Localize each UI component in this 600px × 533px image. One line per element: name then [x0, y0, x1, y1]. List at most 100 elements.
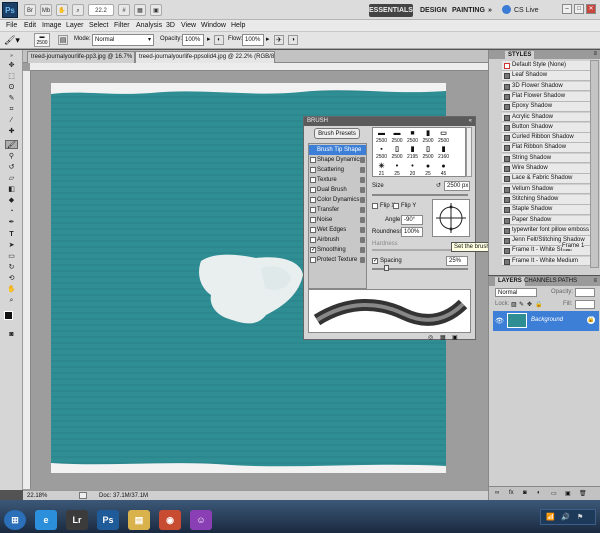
pen-tool-icon[interactable]: ✒ [5, 218, 18, 227]
reset-size-icon[interactable]: ↺ [436, 182, 442, 189]
add-mask-icon[interactable]: ◙ [523, 490, 527, 496]
foreground-color-swatch[interactable] [4, 311, 13, 320]
brush-option-scattering[interactable]: Scattering [309, 165, 366, 175]
bridge-icon[interactable]: Br [24, 4, 36, 16]
brush-tip-item[interactable] [452, 162, 467, 178]
style-item[interactable]: String Shadow [502, 153, 590, 164]
network-icon[interactable]: 📶 [546, 513, 555, 521]
brush-option-checkbox[interactable] [310, 237, 316, 243]
3d-orbit-tool-icon[interactable]: ⟲ [5, 274, 18, 283]
flip-x-checkbox[interactable] [372, 203, 378, 209]
shape-tool-icon[interactable]: ▭ [5, 252, 18, 261]
workspace-design-button[interactable]: DESIGN [420, 5, 447, 17]
adjustment-layer-icon[interactable]: ◐ [537, 490, 541, 496]
obscured-style-item[interactable]: Frame 1 [562, 243, 585, 249]
brush-panel-collapse-icon[interactable]: « [469, 117, 472, 126]
layers-panel-menu-icon[interactable]: ≡ [593, 276, 597, 286]
menu-image[interactable]: Image [42, 20, 61, 32]
hand-tool-icon[interactable]: ✋ [5, 285, 18, 294]
minibridge-icon[interactable]: Mb [40, 4, 52, 16]
airbrush-icon[interactable]: ✈ [274, 35, 284, 45]
workspace-essentials-button[interactable]: ESSENTIALS [369, 4, 413, 17]
tab-channels[interactable]: CHANNELS [521, 277, 560, 286]
brush-option-checkbox[interactable] [310, 187, 316, 193]
flip-y-checkbox[interactable] [393, 203, 399, 209]
pressure-size-icon[interactable]: ◑ [288, 35, 298, 45]
size-slider-track[interactable] [372, 194, 468, 196]
menu-help[interactable]: Help [231, 20, 245, 32]
style-item[interactable]: Staple Shadow [502, 205, 590, 215]
brush-option-checkbox[interactable] [310, 177, 316, 183]
spot-healing-tool-icon[interactable]: ✚ [5, 127, 18, 136]
brush-option-wet-edges[interactable]: Wet Edges [309, 225, 366, 235]
menu-view[interactable]: View [181, 20, 196, 32]
brush-preset-picker[interactable]: ▬ 2500 [34, 33, 50, 47]
brush-option-checkbox[interactable]: ✓ [310, 247, 316, 253]
clone-stamp-tool-icon[interactable]: ⚲ [5, 152, 18, 161]
brush-option-dual-brush[interactable]: Dual Brush [309, 185, 366, 195]
eyedropper-tool-icon[interactable]: ⁄ [5, 116, 18, 125]
new-brush-icon[interactable]: ▣ [452, 334, 458, 341]
brush-tip-item[interactable]: ▪ 2500 [374, 145, 389, 161]
menu-window[interactable]: Window [201, 20, 226, 32]
brush-panel-title[interactable]: BRUSH [304, 117, 475, 126]
style-item[interactable]: typewriter font pillow emboss [502, 225, 590, 236]
style-item[interactable]: Lace & Fabric Shadow [502, 174, 590, 185]
size-field[interactable]: 2500 px [444, 181, 470, 191]
taskbar-app-icon[interactable]: ◉ [159, 510, 181, 530]
history-brush-tool-icon[interactable]: ↺ [5, 163, 18, 172]
brush-tip-item[interactable]: ▬ 2500 [374, 129, 389, 145]
brush-tip-item[interactable]: ▭ 2500 [436, 129, 451, 145]
flow-field[interactable]: 100% [242, 34, 264, 46]
styles-tab[interactable]: STYLES [505, 51, 535, 59]
brush-tool-preset-icon[interactable]: 🖌▾ [4, 34, 24, 46]
brush-option-transfer[interactable]: Transfer [309, 205, 366, 215]
hand-view-icon[interactable]: ✋ [56, 4, 68, 16]
taskbar-app-icon[interactable]: Lr [66, 510, 88, 530]
brush-tip-item[interactable]: ✳ 21 [374, 162, 389, 178]
brush-tip-item[interactable]: ▬ 2500 [390, 129, 405, 145]
layer-row-background[interactable]: 👁 Background 🔒 [493, 311, 599, 331]
menu-3d[interactable]: 3D [166, 20, 175, 32]
fill-field[interactable] [575, 300, 595, 309]
brush-option-lock-icon[interactable] [360, 257, 365, 263]
brush-option-lock-icon[interactable] [360, 207, 365, 213]
styles-panel-menu-icon[interactable]: ≡ [593, 50, 597, 59]
brush-option-lock-icon[interactable] [360, 157, 365, 163]
style-item[interactable]: Curled Ribbon Shadow [502, 133, 590, 143]
brush-option-checkbox[interactable] [310, 197, 316, 203]
screen-mode-icon[interactable]: ▣ [150, 4, 162, 16]
brush-tip-item[interactable] [452, 129, 467, 145]
maximize-button[interactable]: □ [574, 4, 584, 14]
angle-field[interactable]: -90° [401, 215, 423, 225]
link-layers-icon[interactable]: ∞ [495, 490, 499, 496]
dodge-tool-icon[interactable]: ◔ [5, 207, 18, 216]
menu-layer[interactable]: Layer [66, 20, 84, 32]
brush-grid-icon[interactable]: ▦ [440, 334, 446, 341]
menu-analysis[interactable]: Analysis [136, 20, 162, 32]
type-tool-icon[interactable]: T [5, 230, 18, 239]
brush-panel-toggle-icon[interactable]: ▤ [58, 35, 68, 45]
brush-tip-item[interactable]: • 20 [405, 162, 420, 178]
status-menu-icon[interactable] [79, 492, 87, 499]
taskbar-app-icon[interactable]: ⊞ [4, 510, 26, 530]
lock-transparent-icon[interactable]: ▨ [511, 301, 517, 308]
menu-edit[interactable]: Edit [24, 20, 36, 32]
brush-tip-item[interactable]: ▯ 2500 [421, 145, 436, 161]
layer-opacity-field[interactable] [575, 288, 595, 297]
workspace-painting-button[interactable]: PAINTING [452, 5, 485, 17]
brush-tip-item[interactable]: ■ 2500 [405, 129, 420, 145]
brush-option-lock-icon[interactable] [360, 177, 365, 183]
brush-option-checkbox[interactable] [310, 217, 316, 223]
taskbar-app-icon[interactable]: e [35, 510, 57, 530]
layer-name[interactable]: Background [531, 317, 563, 323]
brush-tip-item[interactable]: ▮ 2160 [436, 145, 451, 161]
roundness-field[interactable]: 100% [401, 227, 423, 237]
fx-icon[interactable]: fx [509, 490, 514, 496]
brush-tip-item[interactable] [452, 145, 467, 161]
more-workspaces-icon[interactable]: » [488, 5, 492, 17]
brush-tip-item[interactable]: ▮ 2195 [405, 145, 420, 161]
brush-presets-button[interactable]: Brush Presets [314, 128, 360, 139]
tab-paths[interactable]: PATHS [555, 277, 580, 286]
brush-option-smoothing[interactable]: ✓ Smoothing [309, 245, 366, 255]
